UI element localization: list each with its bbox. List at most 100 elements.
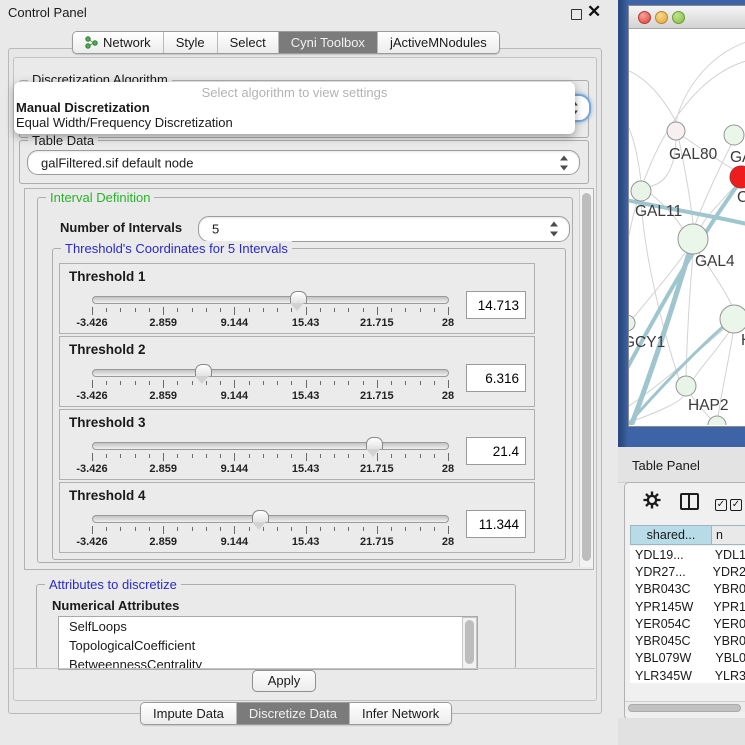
scrollbar-thumb[interactable]: [582, 193, 591, 561]
tick-mark: [206, 308, 207, 312]
slider-ticks: [92, 453, 448, 462]
threshold-3-slider[interactable]: -3.4262.8599.14415.4321.71528: [92, 440, 449, 474]
tab-jactivemnodules[interactable]: jActiveMNodules: [377, 32, 499, 53]
slider-track[interactable]: [92, 515, 449, 523]
table-settings-gear-icon[interactable]: [643, 491, 661, 514]
tick-label: 28: [442, 463, 454, 475]
tab-impute-data[interactable]: Impute Data: [141, 703, 236, 724]
tab-jactivemnodules-label: jActiveMNodules: [390, 35, 487, 50]
table-data-combobox[interactable]: galFiltered.sif default node: [27, 150, 580, 175]
close-traffic-light[interactable]: [638, 11, 651, 24]
numerical-attributes-list[interactable]: SelfLoopsTopologicalCoefficientBetweenne…: [58, 616, 478, 670]
column-header-shared-name[interactable]: shared...: [630, 525, 712, 545]
vertical-scrollbar[interactable]: [579, 189, 593, 567]
number-of-intervals-combobox[interactable]: 5: [198, 216, 570, 242]
apply-button[interactable]: Apply: [252, 670, 316, 692]
network-node[interactable]: [678, 224, 708, 254]
column-header-name[interactable]: n: [712, 525, 745, 545]
table-row[interactable]: YLR345WYLR3: [630, 667, 745, 683]
tick-mark: [291, 381, 292, 385]
tick-mark: [377, 307, 378, 315]
network-window-titlebar[interactable]: [629, 6, 745, 29]
zoom-traffic-light[interactable]: [672, 11, 685, 24]
network-node[interactable]: [730, 166, 745, 188]
checkbox-icon[interactable]: ✓: [715, 499, 727, 511]
tick-mark: [163, 380, 164, 388]
popup-option-manual[interactable]: Manual Discretization: [16, 100, 150, 115]
settings-scrollpane: Interval Definition Number of Intervals …: [24, 188, 594, 570]
network-node[interactable]: [708, 416, 726, 425]
slider-track[interactable]: [92, 296, 449, 304]
network-node[interactable]: [724, 125, 744, 145]
table-row[interactable]: YBR045CYBR0: [630, 632, 745, 649]
tab-infer-network[interactable]: Infer Network: [349, 703, 451, 724]
tab-cyni-toolbox[interactable]: Cyni Toolbox: [278, 32, 377, 53]
table-cell: YDR27...: [630, 565, 706, 579]
checkbox-icon[interactable]: ✓: [730, 499, 742, 511]
network-node[interactable]: [667, 122, 685, 140]
float-window-icon[interactable]: [571, 9, 582, 20]
tab-network[interactable]: Network: [73, 32, 163, 53]
tick-mark: [206, 381, 207, 385]
threshold-1-slider[interactable]: -3.4262.8599.14415.4321.71528: [92, 294, 449, 328]
tick-mark: [391, 381, 392, 385]
tab-discretize-data[interactable]: Discretize Data: [236, 703, 349, 724]
minimize-traffic-light[interactable]: [655, 11, 668, 24]
scrollbar-thumb[interactable]: [465, 620, 474, 664]
table-row[interactable]: YBL079WYBL0: [630, 650, 745, 667]
tab-style[interactable]: Style: [163, 32, 217, 53]
column-visibility-icons[interactable]: ✓✓: [715, 494, 745, 512]
network-icon: [85, 36, 98, 49]
tick-mark: [192, 308, 193, 312]
network-node[interactable]: [631, 181, 651, 201]
tick-label: 15.43: [292, 463, 320, 475]
table-row[interactable]: YBR043CYBR0: [630, 581, 745, 598]
attributes-list-scrollbar[interactable]: [462, 617, 477, 669]
table-row[interactable]: YDR27...YDR2: [630, 563, 745, 580]
popup-option-equal-width[interactable]: Equal Width/Frequency Discretization: [16, 115, 233, 130]
threshold-3-value-input[interactable]: [466, 437, 526, 465]
threshold-4-slider[interactable]: -3.4262.8599.14415.4321.71528: [92, 513, 449, 547]
threshold-1-value-input[interactable]: [466, 291, 526, 319]
slider-thumb[interactable]: [252, 510, 269, 522]
slider-thumb[interactable]: [290, 291, 307, 303]
interval-definition-group: Interval Definition Number of Intervals …: [37, 197, 573, 563]
slider-track[interactable]: [92, 369, 449, 377]
table-row[interactable]: YER054CYER0: [630, 615, 745, 632]
tick-mark: [320, 381, 321, 385]
slider-tick-labels: -3.4262.8599.14415.4321.71528: [92, 463, 448, 475]
network-node-label: GAL80: [669, 146, 718, 163]
tick-mark: [348, 381, 349, 385]
tick-mark: [220, 308, 221, 312]
close-icon[interactable]: ✕: [587, 2, 601, 22]
table-row[interactable]: YDL19...YDL1: [630, 546, 745, 563]
tick-mark: [263, 381, 264, 385]
attribute-list-item[interactable]: SelfLoops: [59, 617, 477, 636]
threshold-4-value-input[interactable]: [466, 510, 526, 538]
table-panel-body: ✓✓ shared... n YDL19...YDL1YDR27...YDR2Y…: [624, 482, 745, 720]
attribute-list-item[interactable]: TopologicalCoefficient: [59, 636, 477, 655]
scrollbar-thumb[interactable]: [628, 704, 741, 712]
threshold-2-slider[interactable]: -3.4262.8599.14415.4321.71528: [92, 367, 449, 401]
network-node[interactable]: [720, 305, 745, 333]
tick-mark: [120, 381, 121, 385]
tick-label: 9.144: [221, 390, 249, 402]
slider-thumb[interactable]: [195, 364, 212, 376]
tick-mark: [177, 381, 178, 385]
slider-track[interactable]: [92, 442, 449, 450]
tick-mark: [434, 308, 435, 312]
tick-mark: [106, 308, 107, 312]
tick-mark: [163, 453, 164, 461]
tab-select[interactable]: Select: [217, 32, 278, 53]
tick-mark: [320, 454, 321, 458]
algorithm-dropdown-popup: Select algorithm to view settings Manual…: [14, 82, 575, 134]
horizontal-scrollbar[interactable]: [625, 701, 745, 712]
split-view-icon[interactable]: [680, 493, 699, 510]
tick-mark: [220, 381, 221, 385]
table-row[interactable]: YPR145WYPR1: [630, 598, 745, 615]
network-canvas[interactable]: GAL80GACGAL11GAL4GCY1HHAP2: [629, 29, 745, 425]
tick-mark: [405, 527, 406, 531]
network-node[interactable]: [676, 376, 696, 396]
slider-thumb[interactable]: [366, 437, 383, 449]
threshold-2-value-input[interactable]: [466, 364, 526, 392]
